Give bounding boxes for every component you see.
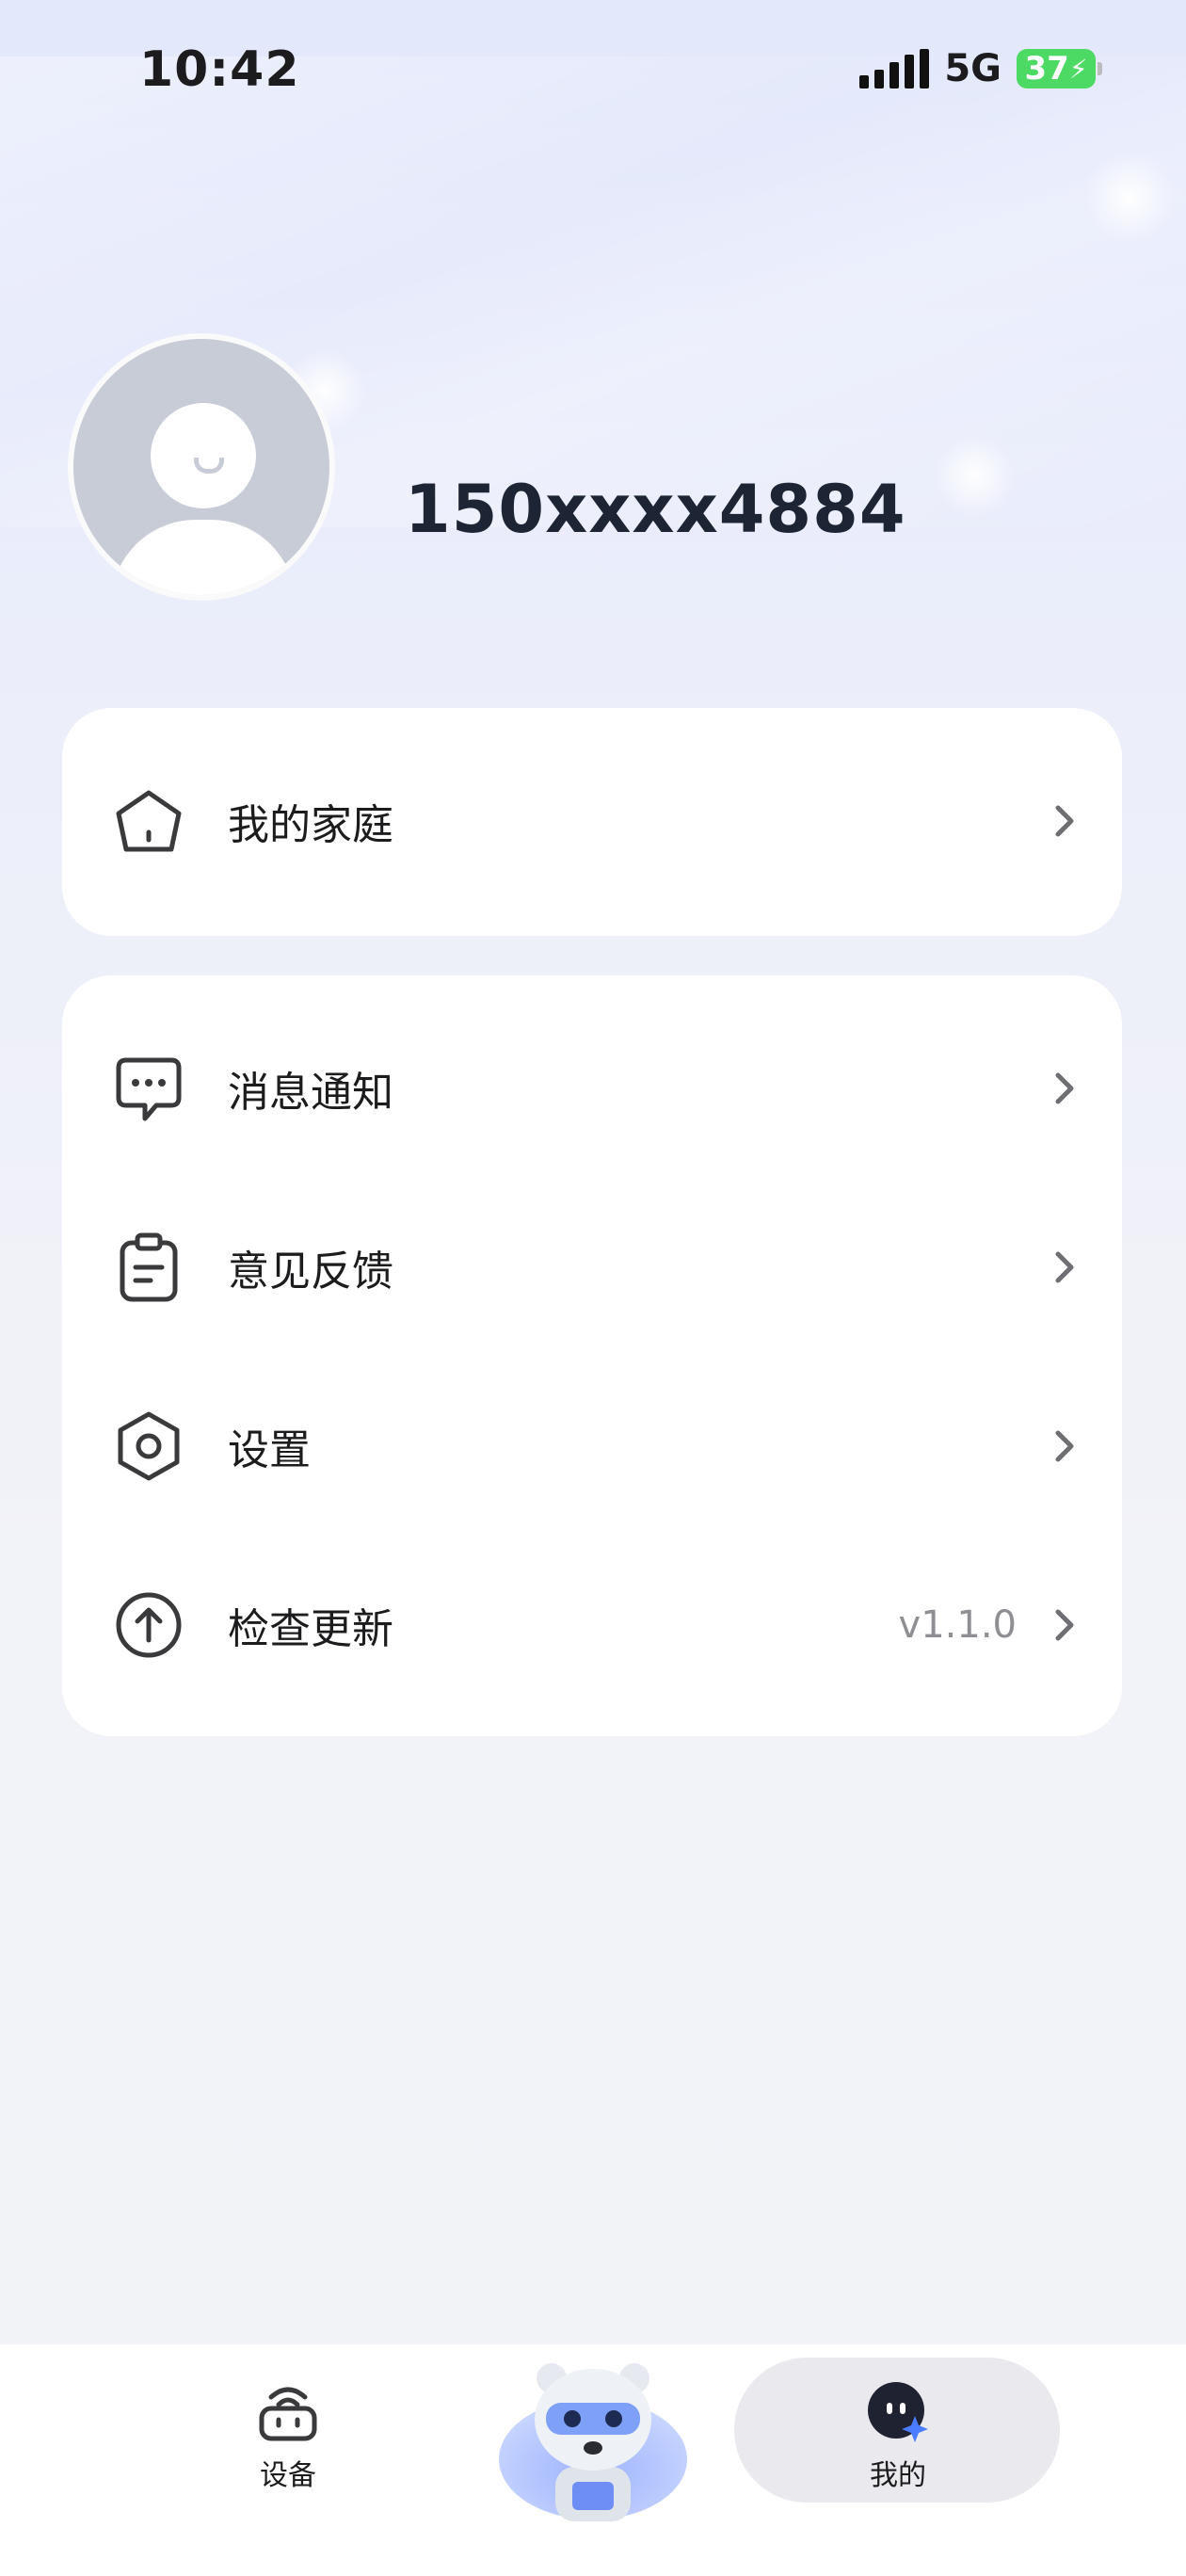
home-icon [113,785,184,857]
settings-menu-card: 消息通知 意见反馈 设置 检查更新 v1.1.0 [62,975,1122,1736]
status-time: 10:42 [139,41,300,98]
tab-devices-label: 设备 [260,2459,316,2492]
clipboard-icon [113,1232,184,1303]
menu-item-notifications[interactable]: 消息通知 [62,1032,1122,1145]
app-version: v1.1.0 [898,1603,1017,1647]
avatar-head-shape [151,403,256,508]
chevron-right-icon [1055,1251,1074,1283]
chevron-right-icon [1055,1609,1074,1641]
battery-icon: 37 ⚡ [1017,49,1102,89]
settings-hexagon-icon [113,1410,184,1482]
avatar-body-shape [111,520,296,595]
message-bubble-icon [113,1053,184,1124]
tab-mine-label: 我的 [870,2459,926,2492]
decorative-glow [932,433,1017,518]
menu-item-feedback[interactable]: 意见反馈 [62,1211,1122,1324]
battery-level: 37 [1024,50,1069,88]
menu-item-label: 消息通知 [228,1069,393,1117]
menu-item-my-home[interactable]: 我的家庭 [62,765,1122,877]
chevron-right-icon [1055,1430,1074,1462]
tab-devices[interactable]: 设备 [247,2380,329,2493]
chevron-right-icon [1055,805,1074,837]
device-icon [259,2387,317,2441]
avatar[interactable] [68,333,335,601]
menu-item-settings[interactable]: 设置 [62,1390,1122,1503]
decorative-glow [1082,151,1177,245]
tab-mine[interactable]: 我的 [847,2380,949,2493]
menu-item-check-update[interactable]: 检查更新 v1.1.0 [62,1569,1122,1682]
network-type: 5G [944,47,1002,90]
menu-item-label: 意见反馈 [228,1248,393,1296]
mine-profile-icon [868,2382,928,2442]
robot-bear-mascot-icon[interactable] [493,2354,693,2521]
user-phone-number[interactable]: 150xxxx4884 [405,471,906,548]
arrow-up-circle-icon [113,1589,184,1661]
status-bar-right: 5G 37 ⚡ [859,47,1102,90]
menu-item-label: 检查更新 [228,1605,393,1653]
signal-icon [859,49,930,89]
menu-item-label: 我的家庭 [228,801,393,849]
menu-item-label: 设置 [228,1426,311,1474]
home-card: 我的家庭 [62,708,1122,936]
chevron-right-icon [1055,1072,1074,1104]
